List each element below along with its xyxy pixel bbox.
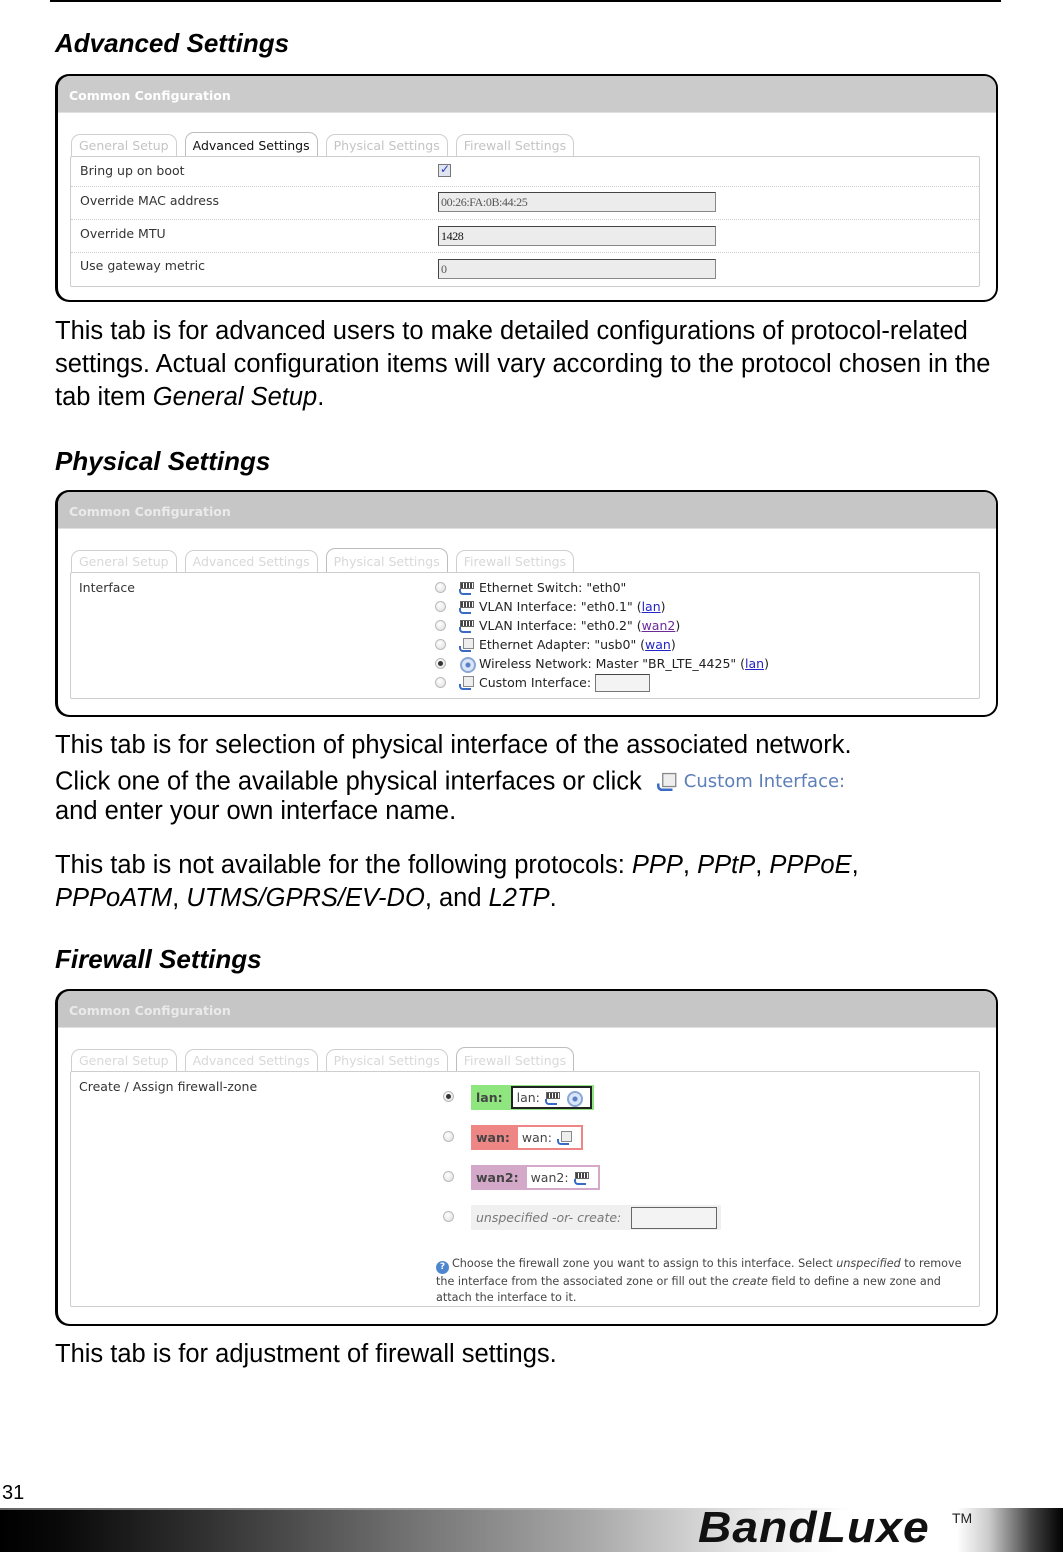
radio-button-selected[interactable] [435,658,446,669]
zone-link-lan[interactable]: lan [745,656,764,671]
interface-option-selected[interactable]: Wireless Network: Master "BR_LTE_4425" (… [435,654,769,673]
ethernet-switch-icon [573,1171,589,1185]
label-gateway-metric: Use gateway metric [80,258,206,273]
label-interface: Interface [79,580,135,595]
physical-protocols-note: This tab is not available for the follow… [55,851,859,912]
override-mtu-input[interactable]: 1428 [438,226,716,246]
brand-logo: BandLuxe [698,1503,930,1552]
tab-firewall-settings[interactable]: Firewall Settings [455,1047,575,1071]
physical-description: This tab is for selection of physical in… [55,731,852,825]
ethernet-adapter-icon [458,637,474,652]
ethernet-adapter-icon [458,675,474,690]
tab-firewall-settings[interactable]: Firewall Settings [455,550,575,572]
tab-general-setup[interactable]: General Setup [71,134,177,156]
tab-physical-settings[interactable]: Physical Settings [325,134,448,156]
interface-option[interactable]: Ethernet Adapter: "usb0" (wan) [435,635,769,654]
screenshot-advanced-settings: Common Configuration General Setup Advan… [55,74,998,302]
trademark-symbol: TM [952,1510,973,1526]
zone-badge-wan[interactable]: wan: wan: [471,1125,583,1150]
screenshot-firewall-settings: Common Configuration General Setup Advan… [55,989,998,1326]
ethernet-switch-icon [458,600,474,614]
tab-physical-settings[interactable]: Physical Settings [325,1049,448,1071]
radio-button[interactable] [443,1131,454,1142]
help-icon: ? [436,1261,449,1274]
advanced-description: This tab is for advanced users to make d… [55,317,991,411]
custom-interface-inline: Custom Interface: [655,765,845,798]
zone-option-wan2[interactable]: wan2: wan2: [443,1165,721,1205]
radio-button[interactable] [443,1171,454,1182]
row-bring-up-on-boot: Bring up on boot [71,157,979,187]
firewall-zone-list: lan: lan: wan: wan: wan2: wan2: unspecif… [443,1085,722,1245]
tab-general-setup[interactable]: General Setup [71,1049,177,1071]
interface-option[interactable]: Ethernet Switch: "eth0" [435,578,769,597]
panel-title: Common Configuration [58,492,996,529]
tab-bar: General Setup Advanced Settings Physical… [71,132,575,156]
radio-button[interactable] [435,620,446,631]
zone-option-wan[interactable]: wan: wan: [443,1125,721,1165]
ethernet-adapter-icon [655,772,677,791]
heading-firewall-settings: Firewall Settings [55,944,262,974]
zone-badge-wan2[interactable]: wan2: wan2: [471,1165,600,1190]
row-gateway-metric: Use gateway metric 0 [71,253,979,286]
top-rule [50,0,1001,2]
tab-bar: General Setup Advanced Settings Physical… [71,1047,575,1071]
ethernet-switch-icon [458,581,474,595]
label-override-mac: Override MAC address [80,193,219,208]
zone-option-lan[interactable]: lan: lan: [443,1085,721,1125]
radio-button[interactable] [435,582,446,593]
panel-title: Common Configuration [58,991,996,1028]
ethernet-switch-icon [458,619,474,633]
label-bring-up-on-boot: Bring up on boot [80,163,185,178]
gateway-metric-input[interactable]: 0 [438,259,716,279]
radio-button[interactable] [435,677,446,688]
radio-button[interactable] [443,1211,454,1222]
panel-title: Common Configuration [58,76,996,113]
interface-list: Ethernet Switch: "eth0" VLAN Interface: … [435,578,769,692]
zone-unspecified-create: unspecified -or- create: [471,1205,722,1230]
zone-badge-lan[interactable]: lan: lan: [471,1085,594,1110]
advanced-settings-form: Bring up on boot Override MAC address 00… [70,156,980,287]
ethernet-adapter-icon [556,1130,572,1145]
firewall-description: This tab is for adjustment of firewall s… [55,1340,557,1368]
zone-option-create[interactable]: unspecified -or- create: [443,1205,722,1245]
tab-bar: General Setup Advanced Settings Physical… [71,548,575,572]
override-mac-input[interactable]: 00:26:FA:0B:44:25 [438,192,716,212]
tab-firewall-settings[interactable]: Firewall Settings [455,134,575,156]
zone-link-wan2[interactable]: wan2 [642,618,676,633]
label-override-mtu: Override MTU [80,226,166,241]
heading-advanced-settings: Advanced Settings [55,28,290,58]
zone-link-wan[interactable]: wan [645,637,671,652]
interface-option[interactable]: VLAN Interface: "eth0.2" (wan2) [435,616,769,635]
firewall-settings-form: Create / Assign firewall-zone lan: lan: … [70,1071,980,1307]
tab-advanced-settings[interactable]: Advanced Settings [184,550,318,572]
bring-up-on-boot-checkbox[interactable] [438,162,451,177]
zone-link-lan[interactable]: lan [642,599,661,614]
tab-advanced-settings[interactable]: Advanced Settings [184,1049,318,1071]
page-number: 31 [2,1482,25,1504]
physical-settings-form: Interface Ethernet Switch: "eth0" VLAN I… [70,572,980,699]
label-firewall-zone: Create / Assign firewall-zone [79,1079,258,1094]
wireless-icon [458,656,476,673]
heading-physical-settings: Physical Settings [55,446,271,476]
tab-general-setup[interactable]: General Setup [71,550,177,572]
radio-button[interactable] [435,601,446,612]
ethernet-switch-icon [544,1091,560,1105]
radio-button-selected[interactable] [443,1091,454,1102]
wireless-icon [565,1090,583,1107]
create-zone-input[interactable] [631,1206,718,1229]
radio-button[interactable] [435,639,446,650]
interface-option[interactable]: VLAN Interface: "eth0.1" (lan) [435,597,769,616]
firewall-help-text: ? Choose the firewall zone you want to as… [436,1257,962,1304]
interface-option-custom[interactable]: Custom Interface: [435,673,769,692]
tab-physical-settings[interactable]: Physical Settings [325,548,448,572]
screenshot-physical-settings: Common Configuration General Setup Advan… [55,490,998,717]
row-override-mac: Override MAC address 00:26:FA:0B:44:25 [71,187,979,220]
custom-interface-input[interactable] [595,673,651,692]
row-override-mtu: Override MTU 1428 [71,220,979,253]
tab-advanced-settings[interactable]: Advanced Settings [184,132,318,156]
